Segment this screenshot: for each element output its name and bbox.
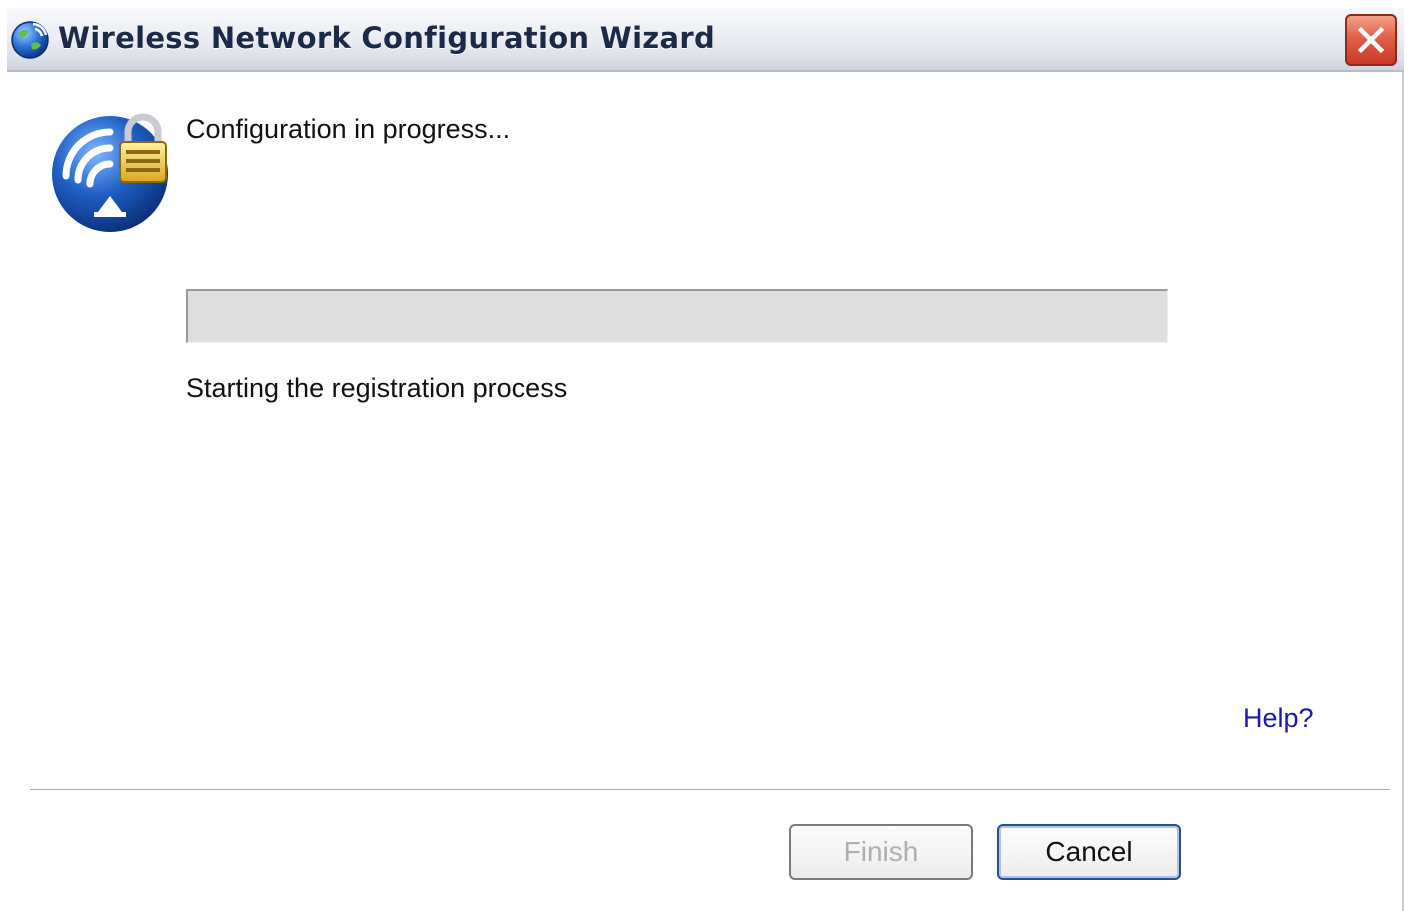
progress-bar (186, 289, 1168, 343)
page-heading: Configuration in progress... (186, 114, 511, 144)
window-title: Wireless Network Configuration Wizard (58, 21, 716, 55)
close-button[interactable] (1345, 14, 1397, 66)
footer-divider (30, 789, 1390, 793)
status-text: Starting the registration process (186, 373, 568, 403)
help-link[interactable]: Help? (1243, 703, 1314, 734)
wizard-window: Wireless Network Configuration Wizard Co… (7, 8, 1404, 911)
finish-button[interactable]: Finish (789, 824, 973, 880)
close-icon (1357, 26, 1385, 54)
wireless-lock-icon (48, 104, 178, 234)
title-bar: Wireless Network Configuration Wizard (7, 8, 1404, 72)
cancel-button[interactable]: Cancel (997, 824, 1181, 880)
globe-wireless-icon (9, 18, 51, 60)
